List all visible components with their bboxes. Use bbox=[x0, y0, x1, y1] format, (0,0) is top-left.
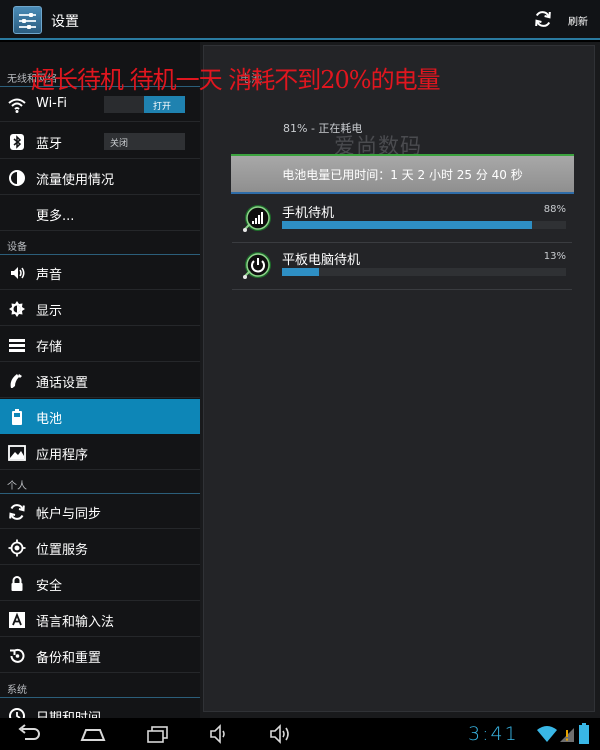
sidebar-item-accounts-sync[interactable]: 帐户与同步 bbox=[0, 494, 200, 529]
refresh-button[interactable]: 刷新 bbox=[568, 13, 588, 28]
usage-bar-track bbox=[282, 221, 566, 229]
overlay-caption: 超长待机 待机一天 消耗不到20%的电量 bbox=[31, 66, 441, 94]
location-icon bbox=[8, 539, 26, 557]
battery-icon bbox=[12, 409, 22, 425]
sidebar-item-data-usage[interactable]: 流量使用情况 bbox=[0, 160, 200, 195]
sidebar-item-label: 蓝牙 bbox=[36, 137, 63, 152]
signal-status-icon bbox=[560, 728, 574, 742]
phone-icon bbox=[10, 374, 22, 388]
section-header-personal: 个人 bbox=[7, 481, 27, 492]
usage-time-text: 电池电量已用时间：1 天 2 小时 25 分 40 秒 bbox=[282, 168, 523, 182]
sidebar-item-language-input[interactable]: 语言和输入法 bbox=[0, 602, 200, 637]
entry-percent: 13% bbox=[543, 251, 566, 262]
sidebar-item-label: 流量使用情况 bbox=[36, 173, 115, 188]
sidebar-item-bluetooth[interactable]: 蓝牙 关闭 bbox=[0, 124, 200, 159]
system-nav-bar: 3:41 bbox=[0, 718, 600, 750]
section-header-system: 系统 bbox=[7, 685, 27, 696]
sidebar-item-label: 应用程序 bbox=[36, 448, 89, 463]
battery-entry-tablet-standby[interactable]: 平板电脑待机 13% bbox=[232, 243, 572, 290]
sidebar-item-call-settings[interactable]: 通话设置 bbox=[0, 363, 200, 398]
sidebar-item-label: 更多... bbox=[36, 209, 75, 224]
sidebar-item-label: 位置服务 bbox=[36, 543, 89, 558]
battery-level: 81% - 正在耗电 bbox=[283, 122, 363, 135]
apps-icon bbox=[8, 445, 26, 461]
sidebar-item-location[interactable]: 位置服务 bbox=[0, 530, 200, 565]
action-bar: 设置 刷新 bbox=[0, 0, 600, 40]
sidebar-item-label: 存储 bbox=[36, 340, 63, 355]
battery-entry-phone-standby[interactable]: 手机待机 88% bbox=[232, 196, 572, 243]
toggle-label: 关闭 bbox=[110, 139, 129, 149]
wifi-icon bbox=[8, 98, 26, 113]
volume-up-icon[interactable] bbox=[268, 724, 294, 744]
sidebar-item-label: Wi-Fi bbox=[36, 96, 68, 111]
recent-apps-icon[interactable] bbox=[145, 724, 171, 744]
usage-bar-track bbox=[282, 268, 566, 276]
battery-usage-summary[interactable]: 电池电量已用时间：1 天 2 小时 25 分 40 秒 bbox=[231, 154, 574, 194]
battery-content: 电池 爱尚数码 81% - 正在耗电 电池电量已用时间：1 天 2 小时 25 … bbox=[200, 42, 600, 718]
app-title: 设置 bbox=[51, 14, 79, 30]
battery-status-icon bbox=[579, 723, 589, 744]
sidebar-item-sound[interactable]: 声音 bbox=[0, 255, 200, 290]
battery-panel: 电池 爱尚数码 81% - 正在耗电 电池电量已用时间：1 天 2 小时 25 … bbox=[203, 45, 595, 712]
sidebar-item-backup-reset[interactable]: 备份和重置 bbox=[0, 638, 200, 673]
backup-icon bbox=[10, 648, 25, 663]
settings-app-icon[interactable] bbox=[13, 6, 42, 34]
sync-icon bbox=[9, 504, 25, 520]
signal-standby-icon bbox=[243, 205, 271, 232]
home-icon[interactable] bbox=[80, 724, 106, 744]
settings-sidebar: 无线和网络 Wi-Fi 打开 蓝牙 关闭 流量使用情况 更多... 设备 声音 … bbox=[0, 42, 200, 718]
status-clock: 3:41 bbox=[468, 723, 519, 745]
entry-percent: 88% bbox=[543, 204, 566, 215]
sidebar-item-more[interactable]: 更多... bbox=[0, 196, 200, 231]
sidebar-item-label: 日期和时间 bbox=[36, 707, 101, 718]
sidebar-item-label: 帐户与同步 bbox=[36, 507, 102, 522]
sidebar-item-label: 声音 bbox=[36, 268, 63, 283]
sidebar-item-label: 安全 bbox=[36, 579, 63, 594]
entry-name: 平板电脑待机 bbox=[282, 253, 361, 268]
section-header-device: 设备 bbox=[7, 242, 27, 253]
speaker-icon bbox=[11, 267, 25, 279]
sidebar-item-label: 备份和重置 bbox=[36, 651, 102, 666]
volume-down-icon[interactable] bbox=[208, 724, 234, 744]
usage-bar-fill bbox=[282, 268, 319, 276]
refresh-icon[interactable] bbox=[533, 9, 553, 29]
sidebar-item-date-time[interactable]: 日期和时间 bbox=[0, 698, 200, 718]
sidebar-item-apps[interactable]: 应用程序 bbox=[0, 435, 200, 470]
bluetooth-toggle[interactable]: 关闭 bbox=[104, 133, 185, 150]
sidebar-item-display[interactable]: 显示 bbox=[0, 291, 200, 326]
lock-icon bbox=[11, 576, 23, 591]
power-standby-icon bbox=[243, 252, 271, 279]
usage-bar-fill bbox=[282, 221, 532, 229]
storage-icon bbox=[9, 339, 25, 352]
brightness-icon bbox=[9, 301, 25, 317]
clock-icon bbox=[9, 708, 25, 718]
back-icon[interactable] bbox=[16, 724, 42, 744]
sidebar-item-label: 通话设置 bbox=[36, 376, 89, 391]
wifi-toggle[interactable]: 打开 bbox=[104, 96, 185, 113]
keyboard-icon bbox=[9, 612, 25, 628]
wifi-status-icon bbox=[537, 726, 557, 742]
data-usage-icon bbox=[9, 170, 25, 186]
sidebar-item-security[interactable]: 安全 bbox=[0, 566, 200, 601]
sidebar-item-label: 显示 bbox=[36, 304, 63, 319]
sidebar-item-label: 语言和输入法 bbox=[36, 615, 115, 630]
sidebar-item-storage[interactable]: 存储 bbox=[0, 327, 200, 362]
sidebar-item-battery[interactable]: 电池 bbox=[0, 399, 200, 434]
sidebar-item-label: 电池 bbox=[36, 412, 63, 427]
toggle-label: 打开 bbox=[153, 102, 172, 112]
entry-name: 手机待机 bbox=[282, 206, 335, 221]
bluetooth-icon bbox=[10, 134, 24, 150]
